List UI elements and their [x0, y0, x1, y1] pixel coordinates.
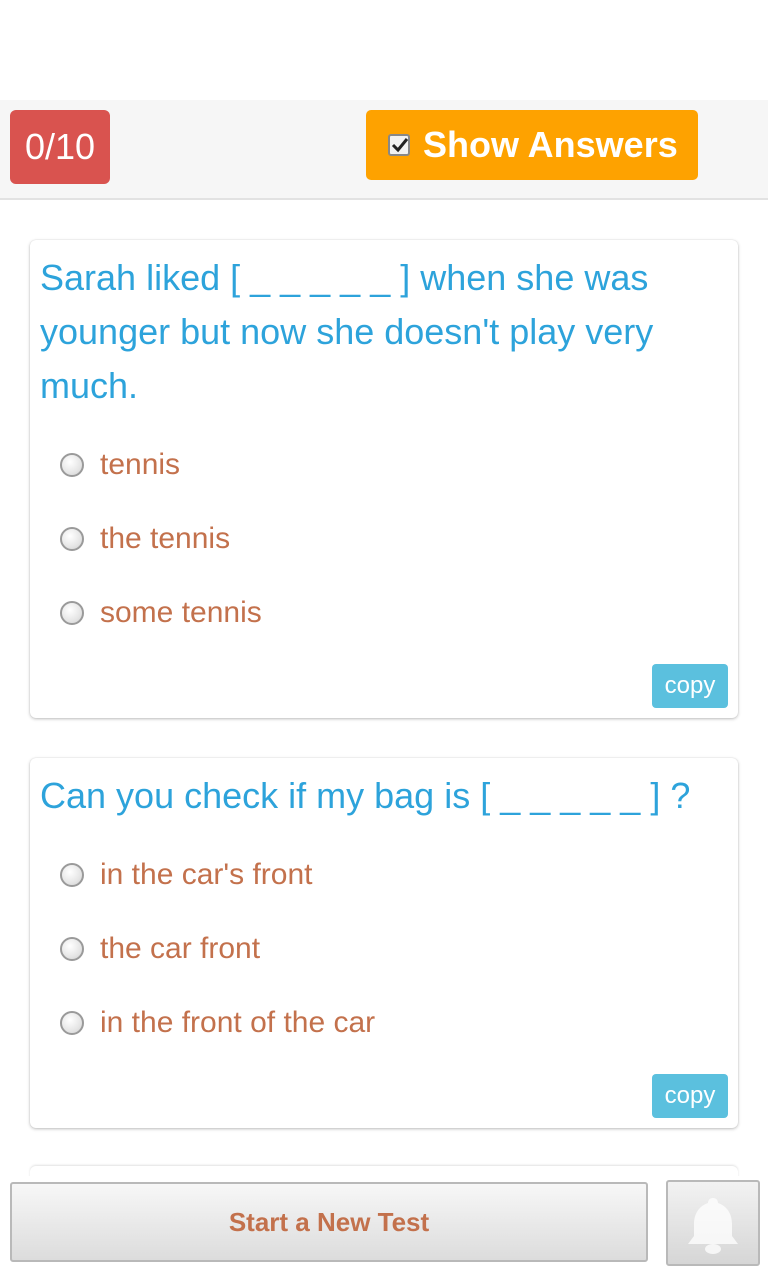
bottom-bar: Start a New Test — [0, 1176, 768, 1280]
radio-button[interactable] — [60, 1011, 84, 1035]
option-label: in the car's front — [100, 858, 313, 891]
copy-button[interactable]: copy — [652, 664, 728, 708]
top-toolbar: 0/10 Show Answers — [0, 100, 768, 200]
question-text: Can you check if my bag is [ _ _ _ _ _ ]… — [40, 775, 691, 816]
answer-option[interactable]: some tennis — [60, 593, 262, 633]
status-bar-area — [0, 0, 768, 100]
radio-button[interactable] — [60, 863, 84, 887]
answer-option[interactable]: the tennis — [60, 519, 230, 559]
radio-button[interactable] — [60, 601, 84, 625]
question-card: Can you check if my bag is [ _ _ _ _ _ ]… — [30, 758, 738, 1128]
answer-option[interactable]: in the car's front — [60, 855, 313, 895]
checkmark-icon — [391, 138, 409, 153]
radio-button[interactable] — [60, 527, 84, 551]
radio-button[interactable] — [60, 453, 84, 477]
show-answers-checkbox[interactable] — [388, 134, 410, 156]
answer-option[interactable]: in the front of the car — [60, 1003, 375, 1043]
show-answers-toggle[interactable]: Show Answers — [366, 110, 698, 180]
notification-button[interactable] — [666, 1180, 760, 1266]
show-answers-label: Show Answers — [423, 124, 678, 165]
radio-button[interactable] — [60, 937, 84, 961]
copy-button[interactable]: copy — [652, 1074, 728, 1118]
answer-option[interactable]: tennis — [60, 445, 180, 485]
question-text: Sarah liked [ _ _ _ _ _ ] when she was y… — [40, 257, 654, 406]
question-card: Sarah liked [ _ _ _ _ _ ] when she was y… — [30, 240, 738, 718]
start-new-test-button[interactable]: Start a New Test — [10, 1182, 648, 1262]
score-badge: 0/10 — [10, 110, 110, 184]
answer-option[interactable]: the car front — [60, 929, 260, 969]
option-label: tennis — [100, 448, 181, 481]
option-label: the car front — [100, 932, 261, 965]
option-label: in the front of the car — [100, 1006, 376, 1039]
option-label: some tennis — [100, 596, 262, 629]
option-label: the tennis — [100, 522, 231, 555]
bell-icon — [688, 1198, 738, 1254]
